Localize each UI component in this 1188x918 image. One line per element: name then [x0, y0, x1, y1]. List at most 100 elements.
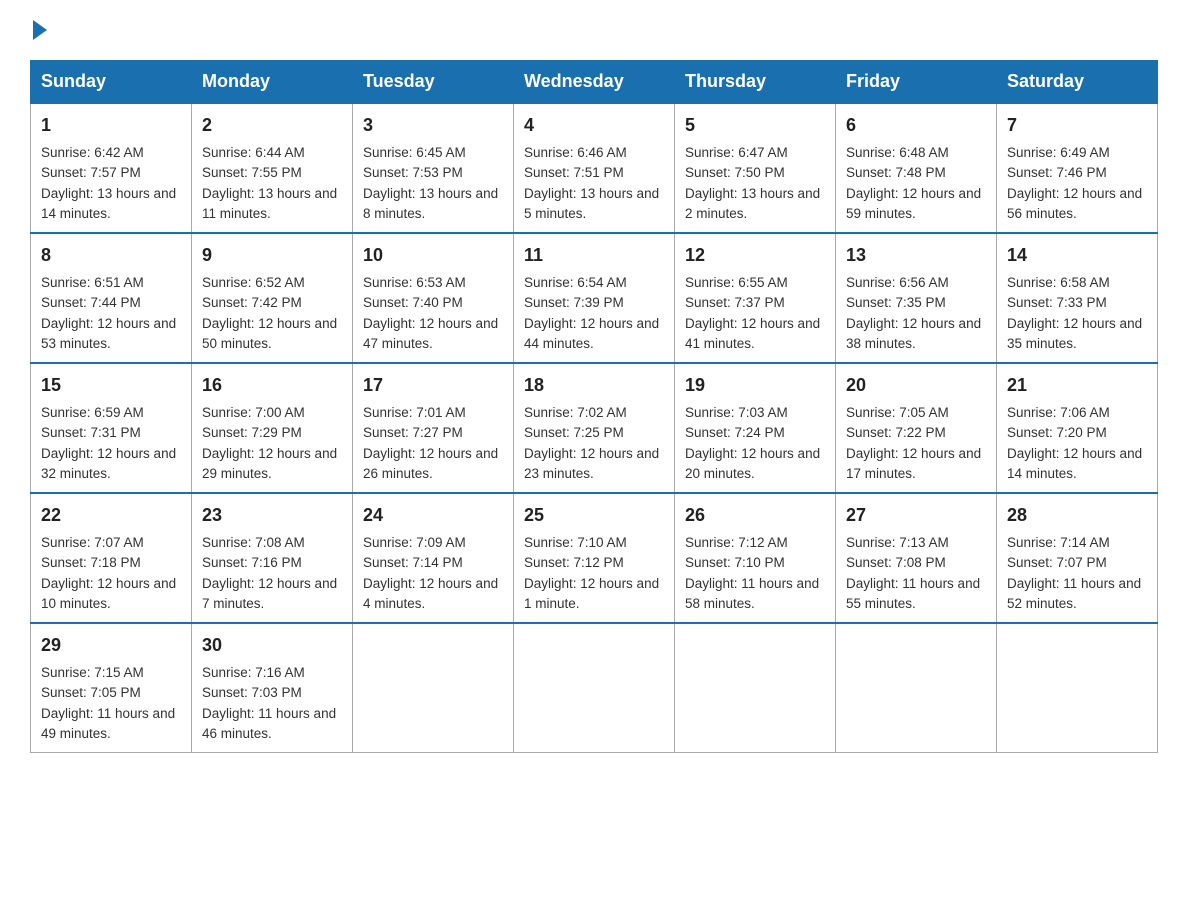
day-info: Sunrise: 7:15 AMSunset: 7:05 PMDaylight:… — [41, 665, 175, 741]
day-number: 21 — [1007, 372, 1147, 399]
day-number: 14 — [1007, 242, 1147, 269]
weekday-header-wednesday: Wednesday — [514, 61, 675, 104]
calendar-cell: 9 Sunrise: 6:52 AMSunset: 7:42 PMDaylight… — [192, 233, 353, 363]
day-number: 1 — [41, 112, 181, 139]
calendar-cell: 22Sunrise: 7:07 AMSunset: 7:18 PMDayligh… — [31, 493, 192, 623]
day-number: 18 — [524, 372, 664, 399]
day-info: Sunrise: 7:06 AMSunset: 7:20 PMDaylight:… — [1007, 405, 1142, 481]
day-number: 11 — [524, 242, 664, 269]
calendar-cell: 23Sunrise: 7:08 AMSunset: 7:16 PMDayligh… — [192, 493, 353, 623]
calendar-cell: 13 Sunrise: 6:56 AMSunset: 7:35 PMDayligh… — [836, 233, 997, 363]
day-info: Sunrise: 6:52 AMSunset: 7:42 PMDaylight:… — [202, 275, 337, 351]
day-number: 10 — [363, 242, 503, 269]
day-number: 9 — [202, 242, 342, 269]
calendar-week-row: 1 Sunrise: 6:42 AMSunset: 7:57 PMDaylight… — [31, 103, 1158, 233]
calendar-cell: 25Sunrise: 7:10 AMSunset: 7:12 PMDayligh… — [514, 493, 675, 623]
logo — [30, 20, 50, 40]
calendar-cell: 3 Sunrise: 6:45 AMSunset: 7:53 PMDaylight… — [353, 103, 514, 233]
weekday-header-thursday: Thursday — [675, 61, 836, 104]
calendar-cell: 27 Sunrise: 7:13 AMSunset: 7:08 PMDayligh… — [836, 493, 997, 623]
day-number: 19 — [685, 372, 825, 399]
day-info: Sunrise: 7:12 AMSunset: 7:10 PMDaylight:… — [685, 535, 819, 611]
day-number: 4 — [524, 112, 664, 139]
calendar-cell: 28Sunrise: 7:14 AMSunset: 7:07 PMDayligh… — [997, 493, 1158, 623]
calendar-week-row: 15 Sunrise: 6:59 AMSunset: 7:31 PMDayligh… — [31, 363, 1158, 493]
weekday-header-saturday: Saturday — [997, 61, 1158, 104]
calendar-cell: 18 Sunrise: 7:02 AMSunset: 7:25 PMDayligh… — [514, 363, 675, 493]
calendar-cell: 26 Sunrise: 7:12 AMSunset: 7:10 PMDayligh… — [675, 493, 836, 623]
calendar-cell: 11 Sunrise: 6:54 AMSunset: 7:39 PMDayligh… — [514, 233, 675, 363]
calendar-cell: 29Sunrise: 7:15 AMSunset: 7:05 PMDayligh… — [31, 623, 192, 753]
day-info: Sunrise: 6:48 AMSunset: 7:48 PMDaylight:… — [846, 145, 981, 221]
day-number: 15 — [41, 372, 181, 399]
day-number: 28 — [1007, 502, 1147, 529]
calendar-cell: 24 Sunrise: 7:09 AMSunset: 7:14 PMDayligh… — [353, 493, 514, 623]
day-number: 27 — [846, 502, 986, 529]
day-info: Sunrise: 6:56 AMSunset: 7:35 PMDaylight:… — [846, 275, 981, 351]
day-number: 30 — [202, 632, 342, 659]
calendar-cell: 21 Sunrise: 7:06 AMSunset: 7:20 PMDayligh… — [997, 363, 1158, 493]
day-info: Sunrise: 7:09 AMSunset: 7:14 PMDaylight:… — [363, 535, 498, 611]
day-info: Sunrise: 6:59 AMSunset: 7:31 PMDaylight:… — [41, 405, 176, 481]
day-info: Sunrise: 6:58 AMSunset: 7:33 PMDaylight:… — [1007, 275, 1142, 351]
calendar-cell — [675, 623, 836, 753]
calendar-cell — [836, 623, 997, 753]
calendar-cell — [997, 623, 1158, 753]
calendar-cell — [514, 623, 675, 753]
calendar-week-row: 29Sunrise: 7:15 AMSunset: 7:05 PMDayligh… — [31, 623, 1158, 753]
weekday-header-monday: Monday — [192, 61, 353, 104]
day-info: Sunrise: 7:08 AMSunset: 7:16 PMDaylight:… — [202, 535, 337, 611]
day-info: Sunrise: 7:00 AMSunset: 7:29 PMDaylight:… — [202, 405, 337, 481]
day-number: 5 — [685, 112, 825, 139]
day-number: 3 — [363, 112, 503, 139]
calendar-week-row: 8 Sunrise: 6:51 AMSunset: 7:44 PMDaylight… — [31, 233, 1158, 363]
day-info: Sunrise: 6:42 AMSunset: 7:57 PMDaylight:… — [41, 145, 176, 221]
day-number: 20 — [846, 372, 986, 399]
calendar-cell: 15 Sunrise: 6:59 AMSunset: 7:31 PMDayligh… — [31, 363, 192, 493]
day-number: 8 — [41, 242, 181, 269]
day-number: 16 — [202, 372, 342, 399]
day-info: Sunrise: 6:49 AMSunset: 7:46 PMDaylight:… — [1007, 145, 1142, 221]
day-number: 13 — [846, 242, 986, 269]
calendar-cell: 16 Sunrise: 7:00 AMSunset: 7:29 PMDayligh… — [192, 363, 353, 493]
day-info: Sunrise: 7:02 AMSunset: 7:25 PMDaylight:… — [524, 405, 659, 481]
day-number: 12 — [685, 242, 825, 269]
calendar-cell: 17Sunrise: 7:01 AMSunset: 7:27 PMDayligh… — [353, 363, 514, 493]
day-number: 22 — [41, 502, 181, 529]
day-info: Sunrise: 6:47 AMSunset: 7:50 PMDaylight:… — [685, 145, 820, 221]
day-number: 26 — [685, 502, 825, 529]
day-info: Sunrise: 7:13 AMSunset: 7:08 PMDaylight:… — [846, 535, 980, 611]
calendar-cell — [353, 623, 514, 753]
day-info: Sunrise: 6:44 AMSunset: 7:55 PMDaylight:… — [202, 145, 337, 221]
calendar-cell: 4Sunrise: 6:46 AMSunset: 7:51 PMDaylight… — [514, 103, 675, 233]
calendar-cell: 2 Sunrise: 6:44 AMSunset: 7:55 PMDaylight… — [192, 103, 353, 233]
weekday-header-row: SundayMondayTuesdayWednesdayThursdayFrid… — [31, 61, 1158, 104]
day-info: Sunrise: 6:54 AMSunset: 7:39 PMDaylight:… — [524, 275, 659, 351]
day-info: Sunrise: 6:55 AMSunset: 7:37 PMDaylight:… — [685, 275, 820, 351]
day-info: Sunrise: 7:01 AMSunset: 7:27 PMDaylight:… — [363, 405, 498, 481]
calendar-cell: 30Sunrise: 7:16 AMSunset: 7:03 PMDayligh… — [192, 623, 353, 753]
calendar-cell: 14 Sunrise: 6:58 AMSunset: 7:33 PMDayligh… — [997, 233, 1158, 363]
logo-triangle-icon — [33, 20, 47, 40]
day-info: Sunrise: 7:03 AMSunset: 7:24 PMDaylight:… — [685, 405, 820, 481]
page-header — [30, 20, 1158, 40]
calendar-week-row: 22Sunrise: 7:07 AMSunset: 7:18 PMDayligh… — [31, 493, 1158, 623]
calendar-cell: 20 Sunrise: 7:05 AMSunset: 7:22 PMDayligh… — [836, 363, 997, 493]
calendar-table: SundayMondayTuesdayWednesdayThursdayFrid… — [30, 60, 1158, 753]
day-number: 7 — [1007, 112, 1147, 139]
weekday-header-friday: Friday — [836, 61, 997, 104]
calendar-cell: 8 Sunrise: 6:51 AMSunset: 7:44 PMDaylight… — [31, 233, 192, 363]
calendar-cell: 6Sunrise: 6:48 AMSunset: 7:48 PMDaylight… — [836, 103, 997, 233]
day-info: Sunrise: 6:51 AMSunset: 7:44 PMDaylight:… — [41, 275, 176, 351]
day-info: Sunrise: 6:45 AMSunset: 7:53 PMDaylight:… — [363, 145, 498, 221]
day-number: 25 — [524, 502, 664, 529]
calendar-cell: 5 Sunrise: 6:47 AMSunset: 7:50 PMDaylight… — [675, 103, 836, 233]
calendar-cell: 1 Sunrise: 6:42 AMSunset: 7:57 PMDaylight… — [31, 103, 192, 233]
day-number: 24 — [363, 502, 503, 529]
weekday-header-sunday: Sunday — [31, 61, 192, 104]
day-info: Sunrise: 6:53 AMSunset: 7:40 PMDaylight:… — [363, 275, 498, 351]
day-number: 2 — [202, 112, 342, 139]
calendar-cell: 7 Sunrise: 6:49 AMSunset: 7:46 PMDaylight… — [997, 103, 1158, 233]
day-info: Sunrise: 7:05 AMSunset: 7:22 PMDaylight:… — [846, 405, 981, 481]
calendar-cell: 12 Sunrise: 6:55 AMSunset: 7:37 PMDayligh… — [675, 233, 836, 363]
